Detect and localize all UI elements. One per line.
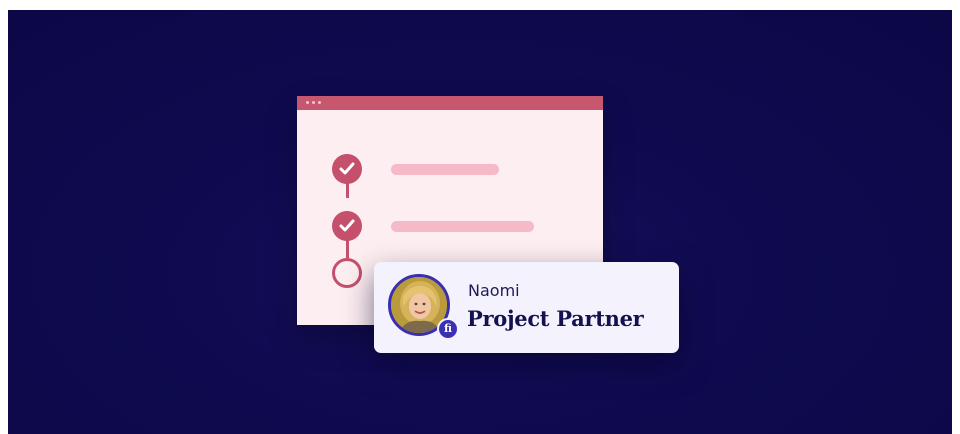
step-2-completed bbox=[332, 211, 362, 241]
company-badge: fi bbox=[437, 318, 459, 340]
partner-card: fi Naomi Project Partner bbox=[374, 262, 679, 353]
step-1-placeholder-text bbox=[391, 164, 499, 175]
step-2-placeholder-text bbox=[391, 221, 534, 232]
window-title-bar bbox=[297, 96, 603, 110]
step-3-pending bbox=[332, 258, 362, 288]
partner-name: Naomi bbox=[468, 281, 520, 300]
window-dot-icon bbox=[306, 101, 309, 104]
hero-banner: fi Naomi Project Partner bbox=[8, 10, 952, 434]
check-icon bbox=[339, 162, 355, 175]
window-dot-icon bbox=[318, 101, 321, 104]
check-icon bbox=[339, 219, 355, 232]
window-dot-icon bbox=[312, 101, 315, 104]
partner-role: Project Partner bbox=[467, 306, 644, 331]
step-1-completed bbox=[332, 154, 362, 184]
